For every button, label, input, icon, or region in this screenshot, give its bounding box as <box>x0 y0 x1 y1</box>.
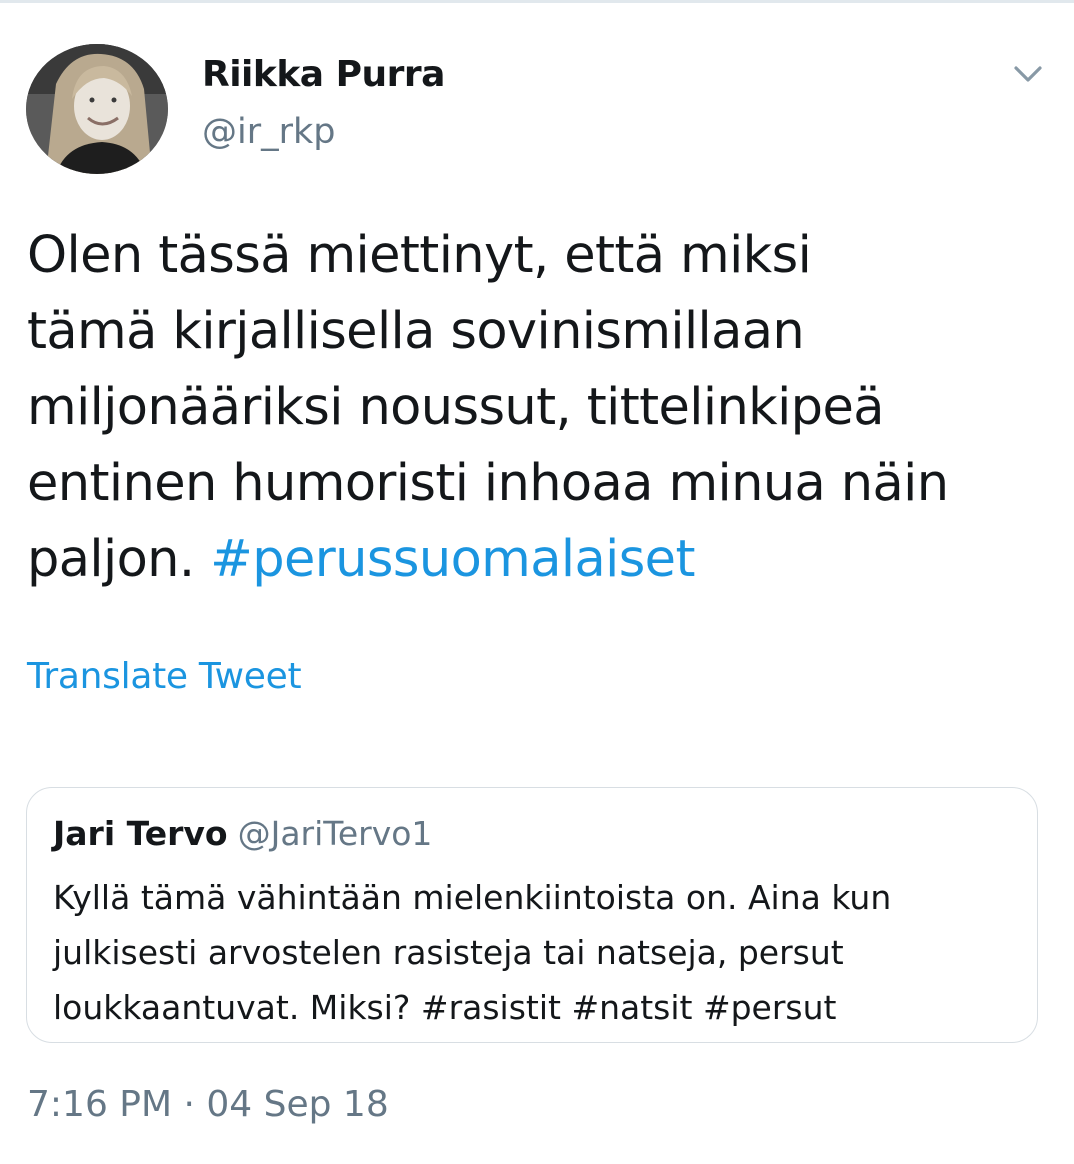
chevron-down-icon <box>1014 66 1042 82</box>
top-divider <box>0 0 1074 3</box>
tweet-text-last-line: paljon. #perussuomalaiset <box>27 522 1047 598</box>
quoted-text-line: julkisesti arvostelen rasisteja tai nats… <box>53 933 844 972</box>
tweet-text-line: entinen humoristi inhoaa minua näin <box>27 454 949 513</box>
quoted-text-line: Kyllä tämä vähintään mielenkiintoista on… <box>53 878 892 917</box>
quoted-author-name: Jari Tervo <box>53 814 228 853</box>
profile-photo-icon <box>26 44 168 174</box>
quoted-tweet-text: Kyllä tämä vähintään mielenkiintoista on… <box>53 870 1023 1035</box>
tweet-timestamp[interactable]: 7:16 PM · 04 Sep 18 <box>27 1084 389 1125</box>
tweet-text-line: Olen tässä miettinyt, että miksi <box>27 226 812 285</box>
translate-tweet-link[interactable]: Translate Tweet <box>27 656 302 697</box>
hashtag-link[interactable]: #perussuomalaiset <box>210 530 695 589</box>
quoted-author-handle: @JariTervo1 <box>237 814 433 853</box>
tweet-text-line: miljonääriksi noussut, tittelinkipeä <box>27 378 884 437</box>
quoted-tweet-header: Jari Tervo @JariTervo1 <box>53 814 432 853</box>
tweet-text: Olen tässä miettinyt, että miksi tämä ki… <box>27 218 1047 598</box>
author-avatar[interactable] <box>26 44 168 174</box>
author-display-name[interactable]: Riikka Purra <box>202 54 445 95</box>
tweet-text-line: tämä kirjallisella sovinismillaan <box>27 302 805 361</box>
author-handle[interactable]: @ir_rkp <box>202 112 336 152</box>
quoted-tweet-card[interactable]: Jari Tervo @JariTervo1 Kyllä tämä vähintä… <box>26 787 1038 1043</box>
tweet-menu-button[interactable] <box>1004 56 1052 92</box>
quoted-text-line: loukkaantuvat. Miksi? #rasistit #natsit … <box>53 988 837 1027</box>
tweet-text-fragment: paljon. <box>27 530 211 589</box>
